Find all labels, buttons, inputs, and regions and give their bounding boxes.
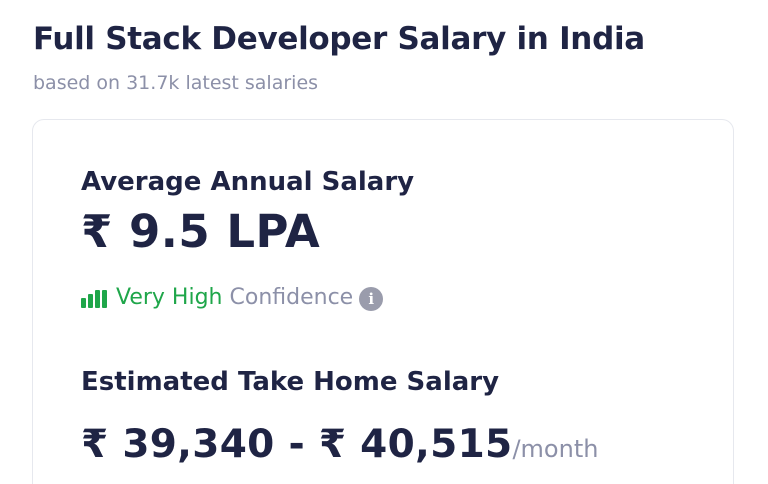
page-title: Full Stack Developer Salary in India (33, 21, 645, 57)
take-home-salary-label: Estimated Take Home Salary (81, 367, 500, 397)
average-salary-value: ₹ 9.5 LPA (81, 205, 321, 258)
confidence-label: Confidence (229, 285, 354, 310)
confidence-level: Very High (116, 285, 223, 310)
signal-bars-icon (81, 290, 107, 308)
take-home-range: ₹ 39,340 - ₹ 40,515 (81, 422, 513, 467)
page-subtitle: based on 31.7k latest salaries (33, 72, 319, 94)
info-icon[interactable]: i (359, 287, 384, 311)
take-home-unit: /month (512, 435, 599, 463)
take-home-salary-value: ₹ 39,340 - ₹ 40,515/month (81, 420, 598, 477)
confidence-indicator: Very High Confidence i (81, 283, 384, 313)
salary-card: Average Annual Salary ₹ 9.5 LPA Very Hig… (32, 119, 734, 484)
average-salary-label: Average Annual Salary (81, 167, 415, 197)
